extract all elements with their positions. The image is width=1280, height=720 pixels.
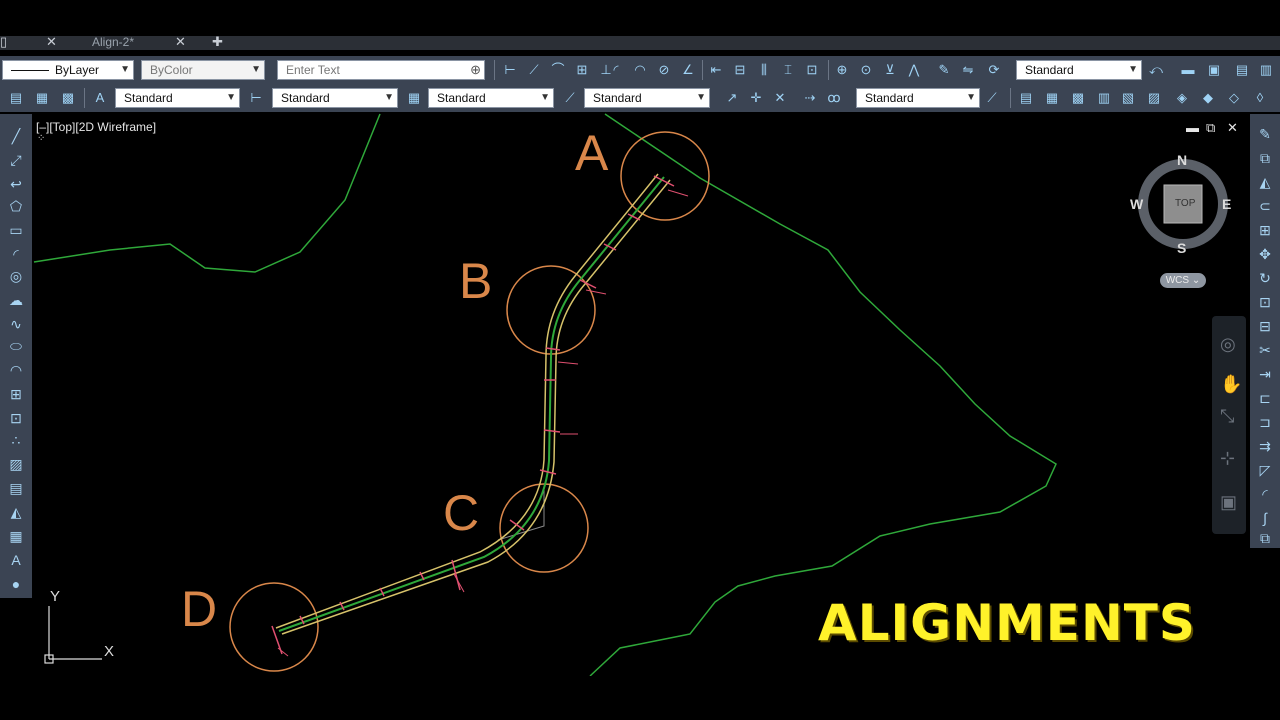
point-d-circle <box>229 582 319 672</box>
contour-line-right <box>589 113 1057 677</box>
compass-west[interactable]: W <box>1130 196 1143 212</box>
ucs-menu[interactable]: WCS ⌄ <box>1160 273 1206 288</box>
zoom-extents-icon[interactable]: ⤡ <box>1220 406 1234 427</box>
compass-north[interactable]: N <box>1177 152 1187 168</box>
navigation-bar: ◎ ✋ ⤡ ⊹ ▣ <box>1212 316 1246 534</box>
alignments-title: ALIGNMENTS <box>818 594 1196 652</box>
point-label-c: C <box>443 485 480 541</box>
viewcube-face-label: TOP <box>1175 198 1196 209</box>
chevron-down-icon: ⌄ <box>1189 275 1201 286</box>
restore-viewport-icon[interactable]: ⧉ <box>1206 120 1215 136</box>
status-area <box>0 676 1280 720</box>
ucs-menu-label: WCS <box>1165 275 1190 286</box>
ucs-y-label: Y <box>50 588 61 605</box>
pan-icon[interactable]: ✋ <box>1220 374 1242 395</box>
point-label-d: D <box>181 581 218 637</box>
compass-south[interactable]: S <box>1177 240 1186 256</box>
minimize-viewport-icon[interactable]: ▬ <box>1186 120 1199 135</box>
steering-wheel-icon[interactable]: ◎ <box>1220 334 1236 355</box>
point-label-b: B <box>459 253 493 309</box>
point-label-a: A <box>575 125 609 181</box>
ucs-x-label: X <box>104 643 115 660</box>
close-viewport-icon[interactable]: ✕ <box>1227 120 1238 136</box>
ucs-origin-icon: ⁘ <box>37 133 46 144</box>
ucs-icon <box>44 606 102 664</box>
tangent-guide <box>497 490 545 541</box>
compass-east[interactable]: E <box>1222 196 1231 212</box>
showmotion-icon[interactable]: ▣ <box>1220 492 1237 513</box>
alignment-edge-left <box>275 173 659 629</box>
contour-line-left <box>33 113 381 273</box>
viewport-controls-label[interactable]: [–][Top][2D Wireframe] <box>36 120 156 134</box>
orbit-icon[interactable]: ⊹ <box>1220 448 1235 469</box>
